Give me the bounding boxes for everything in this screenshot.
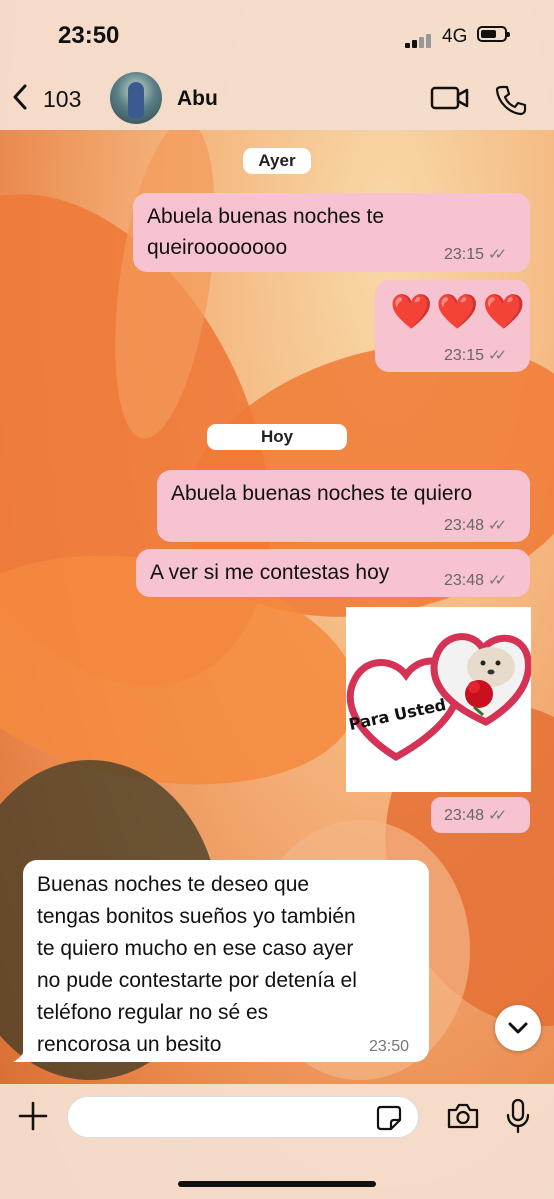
camera-icon: [447, 1103, 479, 1129]
message-line: tengas bonitos sueños yo también: [37, 905, 356, 928]
signal-icon: [405, 30, 433, 48]
message-composer: [0, 1084, 554, 1199]
message-text: A ver si me contestas hoy: [150, 561, 390, 584]
message-line: rencorosa un besito: [37, 1033, 222, 1056]
network-type: 4G: [442, 26, 468, 47]
message-time: 23:15: [444, 246, 485, 263]
microphone-icon: [506, 1098, 530, 1134]
double-check-icon: ✓✓: [488, 572, 507, 589]
message-line: Abuela buenas noches te: [147, 205, 385, 228]
message-line: teléfono regular no sé es: [37, 1001, 269, 1024]
chevron-left-icon: [13, 84, 27, 110]
message-bubble[interactable]: A ver si me contestas hoy 23:48 ✓✓: [136, 549, 530, 597]
day-chip-today: Hoy: [207, 424, 347, 450]
message-bubble[interactable]: Abuela buenas noches te quiero 23:48 ✓✓: [157, 470, 530, 542]
message-time: 23:48: [444, 517, 485, 534]
message-line: queiroooooooo: [147, 236, 288, 259]
sticker-image[interactable]: Para Usted: [346, 607, 531, 792]
message-line: no pude contestarte por detenía el: [37, 969, 357, 992]
voice-message-button[interactable]: [505, 1098, 531, 1139]
message-time: 23:50: [369, 1038, 410, 1055]
sticker-icon: [376, 1105, 402, 1131]
message-time: 23:15: [444, 347, 485, 364]
plus-icon: [18, 1101, 48, 1131]
back-button[interactable]: [10, 82, 30, 120]
status-time: 23:50: [58, 22, 120, 49]
home-indicator: [178, 1181, 376, 1187]
double-check-icon: ✓✓: [488, 246, 507, 263]
message-input[interactable]: [82, 1106, 376, 1129]
message-bubble[interactable]: ❤️❤️❤️ 23:15 ✓✓: [375, 280, 530, 372]
chevron-down-icon: [508, 1022, 528, 1034]
contact-name[interactable]: Abu: [177, 87, 218, 111]
phone-icon: [495, 85, 527, 116]
message-time: 23:48: [444, 807, 485, 824]
message-line: te quiero mucho en ese caso ayer: [37, 937, 354, 960]
chat-header: 103 Abu: [0, 70, 554, 130]
bubble-tail: [13, 1046, 27, 1062]
message-time: 23:48: [444, 572, 485, 589]
message-bubble[interactable]: Buenas noches te deseo que tengas bonito…: [23, 860, 429, 1062]
unread-count[interactable]: 103: [43, 86, 81, 113]
camera-button[interactable]: [446, 1102, 480, 1135]
double-check-icon: ✓✓: [488, 347, 507, 364]
scroll-to-bottom-button[interactable]: [495, 1005, 541, 1051]
message-text: Abuela buenas noches te quiero: [171, 482, 473, 505]
message-text: ❤️❤️❤️: [390, 293, 530, 331]
voice-call-button[interactable]: [495, 84, 527, 121]
status-bar: 23:50 4G: [0, 0, 554, 70]
message-input-box[interactable]: [67, 1096, 419, 1138]
video-call-button[interactable]: [430, 84, 470, 117]
double-check-icon: ✓✓: [488, 807, 507, 824]
avatar[interactable]: [110, 72, 162, 124]
message-bubble[interactable]: Abuela buenas noches te queiroooooooo 23…: [133, 193, 530, 272]
sticker-button[interactable]: [376, 1105, 402, 1136]
double-check-icon: ✓✓: [488, 517, 507, 534]
day-chip-yesterday: Ayer: [243, 148, 311, 174]
message-line: Buenas noches te deseo que: [37, 873, 310, 896]
battery-icon: [477, 26, 510, 42]
attach-button[interactable]: [17, 1100, 49, 1137]
video-camera-icon: [430, 86, 469, 110]
sticker-meta-chip: 23:48 ✓✓: [431, 797, 530, 833]
